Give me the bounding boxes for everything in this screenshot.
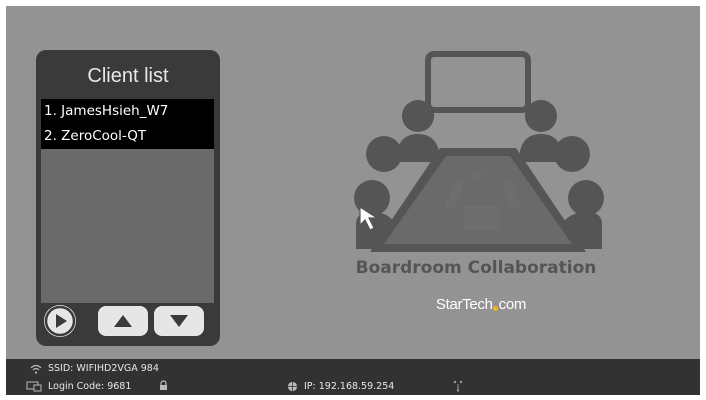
product-tagline: Boardroom Collaboration [355, 258, 597, 278]
logo-dot [492, 306, 498, 311]
scroll-up-button[interactable] [98, 306, 148, 336]
scroll-down-button[interactable] [154, 306, 204, 336]
ssid-text: SSID: WIFIHD2VGA 984 [48, 363, 159, 374]
monitor-icon [26, 381, 42, 392]
logo-text-end: com [498, 296, 527, 313]
client-item[interactable]: 2. ZeroCool-QT [41, 124, 214, 149]
login-row: Login Code: 9681 [26, 381, 131, 392]
ssid-row: SSID: WIFIHD2VGA 984 [30, 363, 159, 374]
mouse-cursor-icon [359, 205, 380, 231]
status-bar: SSID: WIFIHD2VGA 984 Login Code: 9681 IP… [6, 359, 700, 395]
screen: Client list 1. JamesHsieh_W7 2. ZeroCool… [6, 6, 700, 395]
ip-row: IP: 192.168.59.254 [287, 381, 394, 392]
logo-text-start: StarTech [435, 296, 493, 313]
client-list: 1. JamesHsieh_W7 2. ZeroCool-QT [41, 99, 214, 303]
client-list-title: Client list [87, 65, 169, 87]
play-icon [44, 305, 76, 337]
arrow-up-icon [114, 315, 132, 327]
client-list-panel: Client list 1. JamesHsieh_W7 2. ZeroCool… [36, 50, 220, 346]
ip-text: IP: 192.168.59.254 [304, 381, 395, 392]
network-icon [453, 380, 463, 392]
client-item[interactable]: 1. JamesHsieh_W7 [41, 99, 214, 124]
startech-logo: StarTech com [426, 296, 536, 313]
wifi-icon [30, 364, 42, 374]
globe-icon [287, 381, 298, 392]
login-code-text: Login Code: 9681 [48, 381, 132, 392]
arrow-down-icon [170, 315, 188, 327]
play-button[interactable] [44, 305, 76, 337]
lock-icon [160, 380, 167, 390]
